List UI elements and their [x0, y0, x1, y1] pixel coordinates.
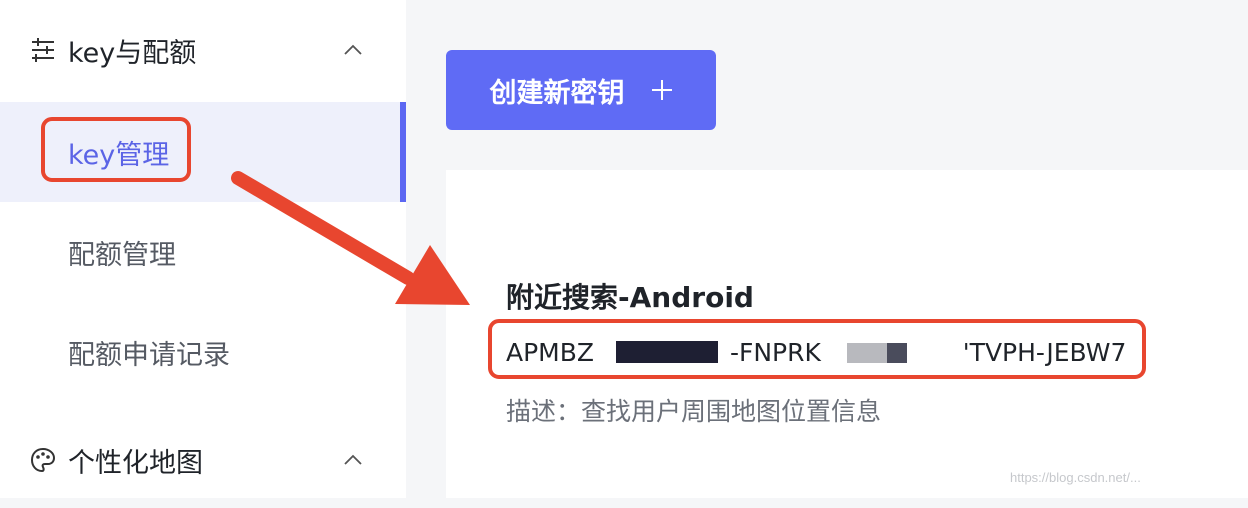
group-label: 个性化地图 [68, 447, 203, 479]
sidebar-item-label: 配额申请记录 [68, 339, 230, 371]
key-description: 描述：查找用户周围地图位置信息 [506, 397, 882, 426]
key-card: 附近搜索-Android APMBZ -FNPRK 'TVPH-JEBW7 描述… [446, 170, 1248, 498]
watermark: https://blog.csdn.net/... [1010, 470, 1141, 485]
chevron-up-icon[interactable] [343, 44, 363, 56]
sidebar-item-label: key管理 [68, 139, 170, 171]
sidebar-item-quota-management[interactable]: 配额管理 [0, 202, 406, 302]
key-value[interactable]: APMBZ -FNPRK 'TVPH-JEBW7 [506, 338, 1126, 369]
key-title: 附近搜索-Android [506, 281, 754, 314]
sliders-icon [32, 38, 54, 62]
redaction-block-dark [615, 341, 718, 363]
key-part: -FNPRK [729, 338, 821, 367]
group-header-custom-map[interactable]: 个性化地图 [0, 412, 406, 508]
group-label: key与配额 [68, 37, 197, 69]
plus-icon [651, 80, 672, 100]
sidebar-item-quota-request-log[interactable]: 配额申请记录 [0, 302, 406, 402]
create-key-button-label: 创建新密钥 [489, 77, 625, 109]
create-key-button[interactable]: 创建新密钥 [446, 50, 716, 130]
group-header-key-quota[interactable]: key与配额 [0, 0, 406, 100]
key-part: 'TVPH-JEBW7 [962, 338, 1127, 367]
sidebar-item-label: 配额管理 [68, 239, 176, 271]
main-content: 创建新密钥 附近搜索-Android APMBZ -FNPRK 'TVPH-JE… [406, 0, 1248, 498]
sidebar: key与配额 key管理 配额管理 配额申请记录 个性化地图 [0, 0, 406, 498]
key-part: APMBZ [506, 338, 595, 367]
redaction-block-gray [846, 340, 907, 369]
chevron-up-icon[interactable] [343, 454, 363, 466]
sidebar-item-key-management[interactable]: key管理 [0, 102, 406, 202]
palette-icon [30, 447, 56, 473]
